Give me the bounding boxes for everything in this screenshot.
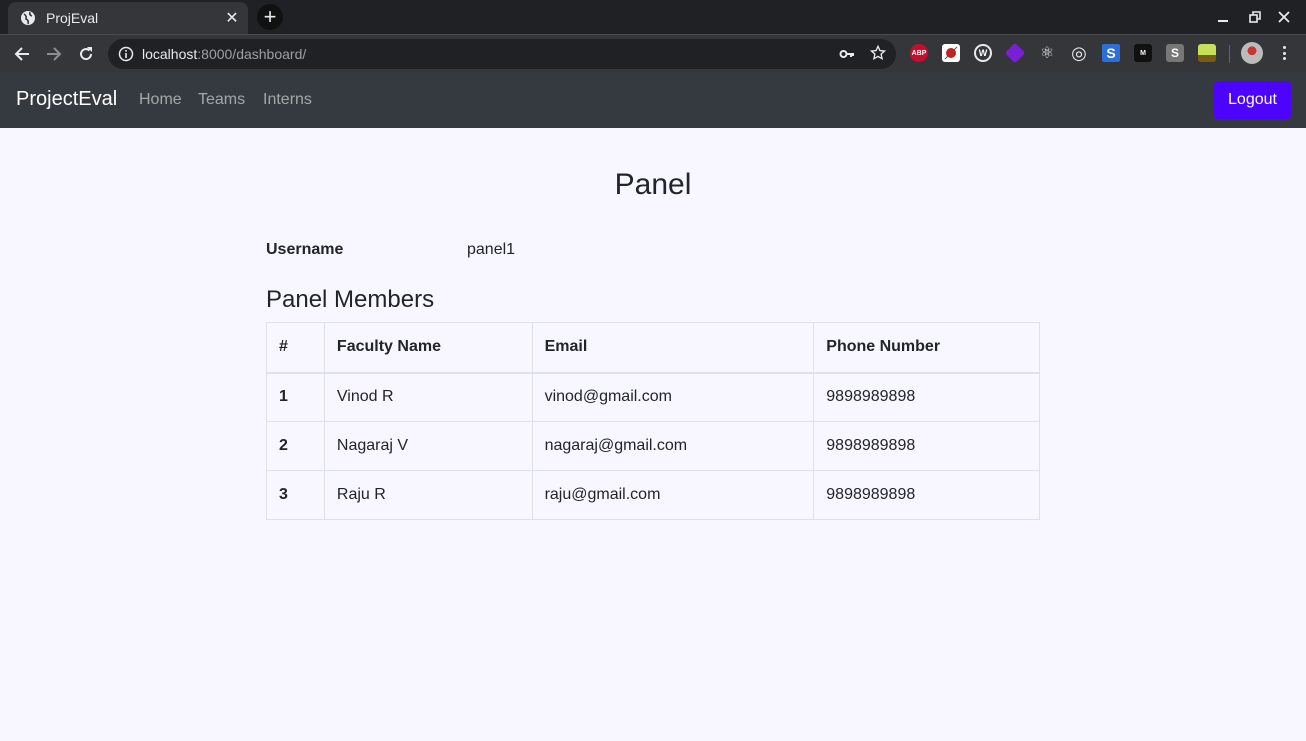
toolbar-divider — [1229, 45, 1230, 63]
panel-members-table: # Faculty Name Email Phone Number 1 Vino… — [266, 322, 1040, 520]
target-extension-icon[interactable]: ◎ — [1070, 43, 1088, 63]
bookmark-star-icon[interactable] — [870, 44, 886, 61]
logout-button[interactable]: Logout — [1214, 81, 1291, 119]
username-label: Username — [266, 241, 344, 258]
faculty-name: Nagaraj V — [323, 421, 533, 471]
forward-icon[interactable] — [41, 41, 67, 67]
reload-icon[interactable] — [73, 41, 99, 67]
browser-tab-bar: ProjEval ✕ + — [0, 0, 1306, 34]
table-header-row: # Faculty Name Email Phone Number — [266, 322, 1040, 374]
react-devtools-icon[interactable]: ⚛ — [1038, 44, 1056, 62]
browser-menu-icon[interactable] — [1276, 43, 1292, 63]
nav-link-teams[interactable]: Teams — [198, 91, 245, 109]
s-blue-extension-icon[interactable]: S — [1102, 44, 1120, 62]
globe-icon — [20, 10, 36, 26]
header-email: Email — [531, 322, 815, 374]
faculty-name: Raju R — [323, 470, 533, 520]
ladybug-extension-icon[interactable] — [942, 44, 960, 62]
app-navbar: ProjectEval Home Teams Interns Logout — [0, 72, 1306, 128]
restore-icon[interactable] — [1244, 6, 1266, 28]
minimize-icon[interactable] — [1212, 6, 1234, 28]
back-icon[interactable] — [9, 41, 35, 67]
tab-title: ProjEval — [46, 10, 99, 26]
header-phone-number: Phone Number — [813, 322, 1040, 374]
row-number: 1 — [266, 372, 325, 422]
phone-number: 9898989898 — [813, 372, 1040, 422]
profile-avatar[interactable] — [1241, 42, 1263, 64]
faculty-name: Vinod R — [323, 372, 533, 422]
email: nagaraj@gmail.com — [531, 421, 815, 471]
browser-toolbar: localhost:8000/dashboard/ ABP W ⚛ ◎ S M … — [0, 34, 1306, 72]
nav-link-home[interactable]: Home — [139, 91, 182, 109]
address-bar[interactable]: localhost:8000/dashboard/ — [108, 39, 896, 69]
nav-link-interns[interactable]: Interns — [263, 91, 312, 109]
panel-members-heading: Panel Members — [266, 286, 435, 313]
phone-number: 9898989898 — [813, 470, 1040, 520]
new-tab-button[interactable]: + — [257, 4, 283, 30]
email: raju@gmail.com — [531, 470, 815, 520]
url-host: localhost — [142, 46, 198, 62]
close-tab-icon[interactable]: ✕ — [222, 8, 242, 28]
green-field-extension-icon[interactable] — [1198, 44, 1216, 62]
table-row: 3 Raju R raju@gmail.com 9898989898 — [266, 470, 1040, 520]
table-row: 2 Nagaraj V nagaraj@gmail.com 9898989898 — [266, 421, 1040, 471]
wappalyzer-icon[interactable]: W — [974, 44, 992, 62]
browser-tab[interactable]: ProjEval ✕ — [8, 2, 248, 34]
row-number: 2 — [266, 421, 325, 471]
url-path: :8000/dashboard/ — [197, 46, 307, 62]
adblock-plus-icon[interactable]: ABP — [910, 44, 928, 62]
purple-cube-extension-icon[interactable] — [1004, 42, 1026, 64]
key-icon[interactable] — [839, 46, 855, 62]
header-number: # — [266, 322, 325, 374]
lock-m-extension-icon[interactable]: M — [1134, 44, 1152, 62]
table-row: 1 Vinod R vinod@gmail.com 9898989898 — [266, 372, 1040, 422]
s-gray-extension-icon[interactable]: S — [1166, 44, 1184, 62]
site-info-icon[interactable] — [118, 46, 134, 62]
email: vinod@gmail.com — [531, 372, 815, 422]
row-number: 3 — [266, 470, 325, 520]
close-window-icon[interactable] — [1273, 6, 1295, 28]
page-title: Panel — [614, 168, 692, 201]
header-faculty-name: Faculty Name — [323, 322, 533, 374]
brand-link[interactable]: ProjectEval — [16, 88, 117, 111]
phone-number: 9898989898 — [813, 421, 1040, 471]
username-value: panel1 — [467, 241, 516, 258]
